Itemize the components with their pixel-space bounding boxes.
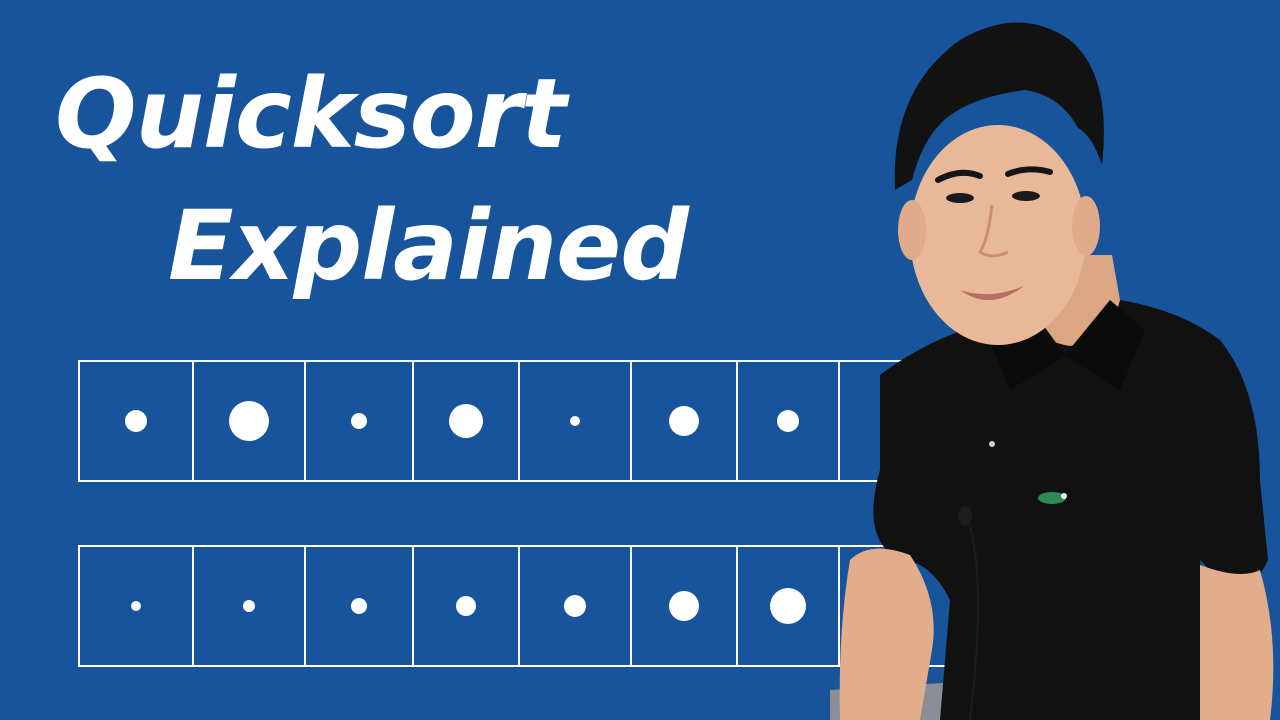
left-eye [946,193,974,203]
array-cell [78,545,194,667]
left-arm [839,548,934,720]
right-arm [1200,565,1274,720]
array-cell [412,360,520,482]
value-dot [669,591,699,621]
value-dot [131,601,141,611]
title-explained: Explained [168,190,689,302]
title-quicksort: Quicksort [55,58,567,170]
right-eye [1012,191,1040,201]
value-dot [243,600,255,612]
value-dot [351,413,367,429]
value-dot [564,595,586,617]
value-dot [570,416,580,426]
value-dot [449,404,483,438]
array-cell [304,545,414,667]
array-cell [412,545,520,667]
array-cell [304,360,414,482]
value-dot [669,406,699,436]
array-cell [518,545,632,667]
value-dot [770,588,806,624]
value-dot [125,410,147,432]
presenter-photo [830,22,1274,720]
face [910,125,1086,345]
collar-button [989,441,995,447]
value-dot [777,410,799,432]
lapel-mic [958,506,972,526]
left-ear [898,200,926,260]
value-dot [456,596,476,616]
value-dot [229,401,269,441]
right-ear [1072,196,1100,256]
array-cell [518,360,632,482]
array-cell [192,545,306,667]
array-cell [630,545,738,667]
array-cell [78,360,194,482]
array-cell [192,360,306,482]
value-dot [351,598,367,614]
array-cell [630,360,738,482]
